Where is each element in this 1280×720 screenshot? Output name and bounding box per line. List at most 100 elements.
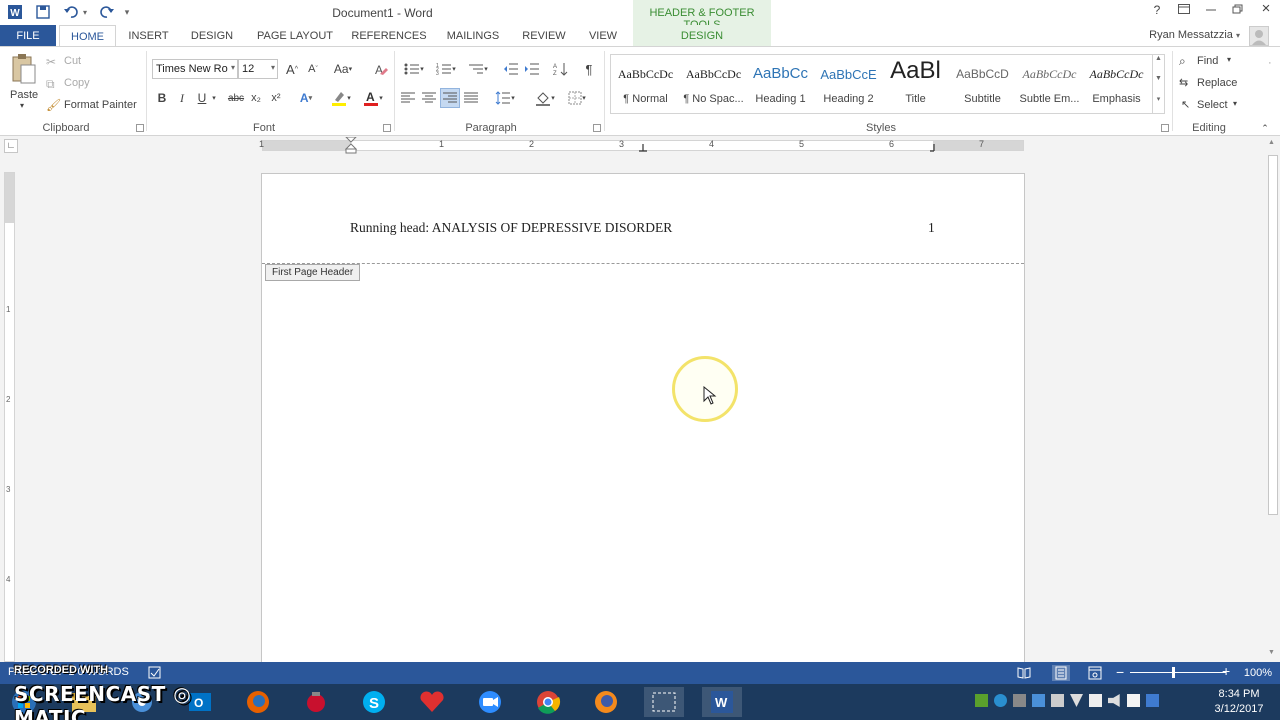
chrome-icon[interactable] [528,687,568,717]
italic-button[interactable]: I [173,89,191,107]
tab-mailings[interactable]: MAILINGS [440,25,506,47]
gallery-more-icon[interactable]: ▾ [1152,95,1164,114]
page-number[interactable]: 1 [928,220,935,236]
tab-view[interactable]: VIEW [582,25,624,47]
font-family-combo[interactable]: Times New Ro ▾ [152,59,238,79]
underline-dropdown-icon[interactable]: ▾ [209,89,219,107]
document-page[interactable]: Running head: ANALYSIS OF DEPRESSIVE DIS… [261,173,1025,662]
style-emphasis[interactable]: AaBbCcDc Emphasis [1083,57,1150,111]
tray-keyboard-icon[interactable] [1127,694,1140,707]
zoom-level[interactable]: 100% [1244,667,1272,679]
tray-network-icon[interactable] [1013,694,1026,707]
sort-button[interactable]: AZ [552,60,570,78]
recorder-app-icon[interactable] [296,687,336,717]
superscript-button[interactable]: x² [267,89,285,107]
zoom-meetings-icon[interactable] [470,687,510,717]
font-color-button[interactable]: A ▾ [360,89,386,107]
tray-display-icon[interactable] [1051,694,1064,707]
tab-page-layout[interactable]: PAGE LAYOUT [250,25,340,47]
horizontal-ruler[interactable]: 1 1 2 3 4 5 6 7 [259,137,1024,154]
find-button[interactable]: ⌕ Find ▾ [1179,54,1249,71]
font-size-combo[interactable]: 12 ▾ [238,59,278,79]
outlook-icon[interactable]: O [180,687,220,717]
zoom-out-icon[interactable]: − [1116,664,1124,680]
tab-home[interactable]: HOME [59,25,116,47]
tab-review[interactable]: REVIEW [516,25,572,47]
vertical-scrollbar[interactable]: ▲ ▼ [1265,137,1280,662]
bluetooth-icon[interactable] [1146,694,1159,707]
style-no-spacing[interactable]: AaBbCcDc ¶ No Spac... [680,57,747,111]
help-icon[interactable]: ? [1147,3,1167,21]
highlight-color-button[interactable]: ▾ [328,89,354,107]
tab-references[interactable]: REFERENCES [348,25,430,47]
gallery-scroll-down-icon[interactable]: ▼ [1152,75,1164,95]
line-spacing-button[interactable]: ▾ [491,89,519,107]
clear-formatting-button[interactable]: A [372,60,390,78]
style-title[interactable]: AaBl Title [882,57,949,111]
numbering-button[interactable]: 1 2 3 ▾ [432,60,460,78]
increase-indent-button[interactable] [523,60,541,78]
volume-icon[interactable] [1108,694,1120,707]
tray-sync-icon[interactable] [994,694,1007,707]
paste-button[interactable]: Paste ▾ [6,53,40,115]
tab-design[interactable]: DESIGN [183,25,241,47]
grow-font-button[interactable]: A ^ [283,60,301,78]
tab-header-footer-design[interactable]: DESIGN [633,25,771,47]
decrease-indent-button[interactable] [502,60,520,78]
user-account[interactable]: Ryan Messatzzia ▾ [1149,29,1240,41]
borders-button[interactable]: ▾ [563,89,591,107]
avatar[interactable] [1249,26,1269,46]
bold-button[interactable]: B [153,89,171,107]
tab-selector-icon[interactable]: ∟ [4,139,18,153]
gallery-scroll-up-icon[interactable]: ▲ [1152,55,1164,75]
style-subtle-emphasis[interactable]: AaBbCcDc Subtle Em... [1016,57,1083,111]
style-normal[interactable]: AaBbCcDc ¶ Normal [612,57,679,111]
text-effects-button[interactable]: A ▾ [297,89,315,107]
read-mode-icon[interactable] [1017,666,1031,683]
multilevel-list-button[interactable]: ▾ [464,60,492,78]
proofing-icon[interactable] [148,666,162,683]
tab-insert[interactable]: INSERT [121,25,176,47]
firefox-icon[interactable] [238,687,278,717]
change-case-button[interactable]: Aa ▾ [330,60,356,78]
skype-icon[interactable]: S [354,687,394,717]
battery-icon[interactable] [1089,694,1102,707]
format-painter-button[interactable]: 🖌 Format Painter [46,98,141,115]
print-layout-icon[interactable] [1052,665,1070,681]
strikethrough-button[interactable]: abc [225,89,247,107]
word-taskbar-icon[interactable]: W [702,687,742,717]
vertical-ruler[interactable]: 1 2 3 4 [4,172,15,662]
close-icon[interactable]: × [1256,0,1276,18]
tray-dropbox-icon[interactable] [1032,694,1045,707]
replace-button[interactable]: ⇆ Replace [1179,76,1249,93]
minimize-icon[interactable] [1201,3,1221,21]
wifi-icon[interactable] [1070,694,1083,707]
styles-dialog-launcher[interactable] [1161,124,1169,132]
collapse-ribbon-icon[interactable]: ⌃ [1256,119,1274,137]
status-word-count[interactable]: PAGE 1 OF 1 0 WORDS [8,666,129,678]
clipboard-dialog-launcher[interactable] [136,124,144,132]
shrink-font-button[interactable]: Aˇ [304,60,322,78]
start-button-icon[interactable] [4,687,44,717]
system-clock[interactable]: 8:34 PM 3/12/2017 [1203,687,1275,717]
bullets-button[interactable]: ▾ [400,60,428,78]
subscript-button[interactable]: x₂ [247,89,265,107]
zoom-in-icon[interactable]: + [1222,663,1230,679]
style-heading-2[interactable]: AaBbCcE Heading 2 [815,57,882,111]
align-center-button[interactable] [420,89,438,107]
scroll-down-icon[interactable]: ▼ [1268,649,1275,656]
tab-file[interactable]: FILE [0,25,56,47]
show-formatting-marks-button[interactable]: ¶ [580,60,598,78]
restore-icon[interactable] [1228,3,1248,21]
paragraph-dialog-launcher[interactable] [593,124,601,132]
zoom-slider-thumb[interactable] [1172,667,1175,678]
align-right-button[interactable] [440,88,460,108]
align-left-button[interactable] [399,89,417,107]
style-heading-1[interactable]: AaBbCc Heading 1 [747,57,814,111]
ribbon-display-options-icon[interactable] [1174,3,1194,21]
web-layout-icon[interactable] [1088,666,1102,683]
screencast-app-icon[interactable] [122,687,162,717]
file-explorer-icon[interactable] [64,687,104,717]
font-dialog-launcher[interactable] [383,124,391,132]
tray-app-icon[interactable] [975,694,988,707]
